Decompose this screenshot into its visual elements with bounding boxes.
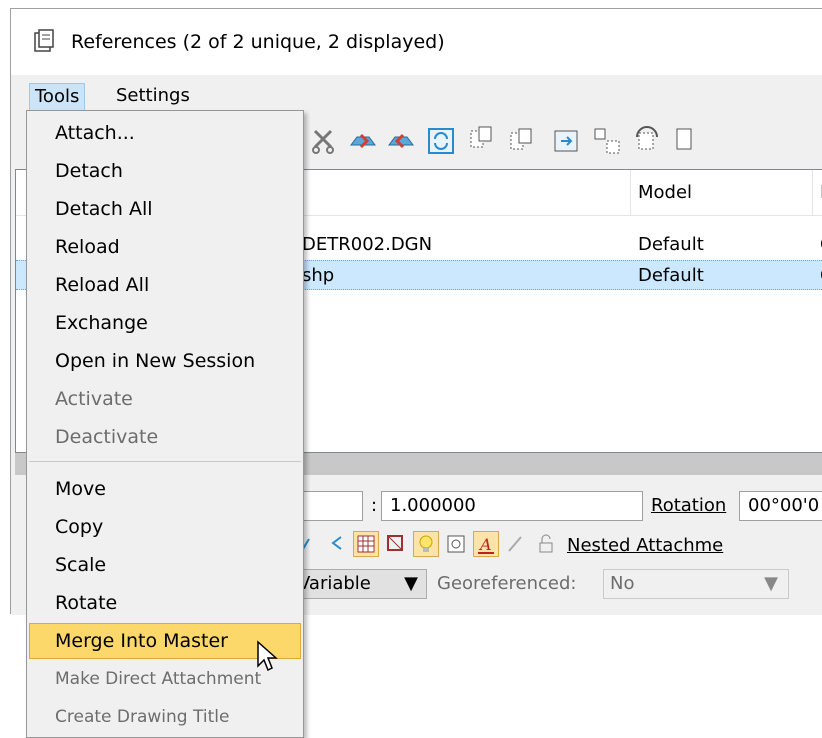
- svg-text:A: A: [478, 535, 492, 554]
- edit-icon[interactable]: [503, 531, 529, 557]
- window-title: References (2 of 2 unique, 2 displayed): [71, 31, 445, 53]
- menu-item-label: Rotate: [55, 592, 118, 614]
- menu-item-reload-all[interactable]: Reload All: [29, 267, 301, 303]
- menu-item-label: Reload All: [55, 274, 150, 296]
- column-header-model[interactable]: Model: [638, 182, 692, 203]
- menu-item-label: Open in New Session: [55, 350, 256, 372]
- copy-ref-icon[interactable]: [551, 125, 583, 157]
- lock-icon[interactable]: [533, 531, 559, 557]
- rotate-ref-icon[interactable]: [631, 125, 663, 157]
- scale-ref-icon[interactable]: [591, 125, 623, 157]
- nested-attachments-text: Nested Attachme: [567, 535, 724, 556]
- column-separator[interactable]: [630, 170, 631, 216]
- menu-item-move[interactable]: Move: [29, 471, 301, 507]
- column-separator[interactable]: [812, 170, 813, 216]
- references-icon: [33, 29, 55, 57]
- raster-icon[interactable]: [443, 531, 469, 557]
- menu-item-create-drawing-title[interactable]: Create Drawing Title: [29, 699, 301, 735]
- menu-item-label: Detach: [55, 160, 123, 182]
- rotation-value: 00°00'0: [748, 495, 820, 516]
- exchange-icon[interactable]: [465, 125, 497, 157]
- menu-item-label: Make Direct Attachment: [55, 669, 262, 689]
- line-style-dropdown[interactable]: Variable ▼: [291, 569, 427, 599]
- lightbulb-icon[interactable]: [413, 531, 439, 557]
- menu-item-label: Scale: [55, 554, 107, 576]
- menu-item-label: Activate: [55, 388, 133, 410]
- nested-attachments-label: Nested Attachme: [567, 535, 723, 556]
- detach-tool-icon[interactable]: [307, 125, 339, 157]
- menu-item-copy[interactable]: Copy: [29, 509, 301, 545]
- menu-item-open-in-new-session[interactable]: Open in New Session: [29, 343, 301, 379]
- menu-item-rotate[interactable]: Rotate: [29, 585, 301, 621]
- menu-item-label: Merge Into Master: [55, 630, 228, 652]
- row-file-name: DETR002.DGN: [302, 234, 433, 255]
- more-tools-icon[interactable]: [671, 125, 703, 157]
- detach-car-icon[interactable]: [385, 125, 417, 157]
- georeferenced-value: No: [610, 573, 635, 594]
- menu-item-label: Detach All: [55, 198, 153, 220]
- menu-item-activate[interactable]: Activate: [29, 381, 301, 417]
- menu-item-reload[interactable]: Reload: [29, 229, 301, 265]
- menu-item-label: Create Drawing Title: [55, 707, 230, 727]
- snap-icon[interactable]: [323, 531, 349, 557]
- chevron-down-icon: ▼: [404, 573, 418, 594]
- menu-item-exchange[interactable]: Exchange: [29, 305, 301, 341]
- menu-separator: [29, 461, 301, 462]
- move-ref-icon[interactable]: [505, 125, 537, 157]
- menu-settings[interactable]: Settings: [111, 83, 195, 111]
- menu-item-label: Move: [55, 478, 106, 500]
- scale-separator: :: [371, 495, 378, 516]
- scale-ref-field[interactable]: 1.000000: [381, 491, 643, 521]
- row-file-name: shp: [302, 265, 335, 286]
- menu-item-detach-all[interactable]: Detach All: [29, 191, 301, 227]
- georeferenced-label: Georeferenced:: [437, 573, 577, 594]
- boundary-icon[interactable]: [383, 531, 409, 557]
- scale-value: 1.000000: [390, 495, 476, 516]
- menu-item-detach[interactable]: Detach: [29, 153, 301, 189]
- reload-icon[interactable]: [425, 125, 457, 157]
- menu-item-label: Deactivate: [55, 426, 159, 448]
- menu-item-attach[interactable]: Attach...: [29, 115, 301, 151]
- chevron-down-icon: ▼: [764, 573, 778, 594]
- title-bar: References (2 of 2 unique, 2 displayed): [11, 9, 822, 75]
- row-model: Default: [638, 265, 704, 286]
- menu-item-label: Reload: [55, 236, 120, 258]
- menu-item-label: Copy: [55, 516, 104, 538]
- rotation-label: Rotation: [651, 495, 727, 516]
- menu-settings-label: Settings: [116, 85, 190, 106]
- text-style-icon[interactable]: A: [473, 531, 499, 557]
- attach-car-icon[interactable]: [347, 125, 379, 157]
- menu-item-scale[interactable]: Scale: [29, 547, 301, 583]
- mouse-cursor-icon: [256, 640, 282, 678]
- row-model: Default: [638, 234, 704, 255]
- georeferenced-dropdown[interactable]: No ▼: [603, 569, 789, 599]
- rotation-field[interactable]: 00°00'0: [739, 491, 822, 521]
- menu-item-label: Attach...: [55, 122, 135, 144]
- menu-tools[interactable]: Tools: [29, 83, 86, 111]
- menu-item-deactivate[interactable]: Deactivate: [29, 419, 301, 455]
- menu-tools-label: Tools: [35, 86, 80, 107]
- menu-bar: Tools Settings: [11, 75, 822, 115]
- line-style-value: Variable: [298, 573, 371, 594]
- grid-icon[interactable]: [353, 531, 379, 557]
- menu-item-label: Exchange: [55, 312, 148, 334]
